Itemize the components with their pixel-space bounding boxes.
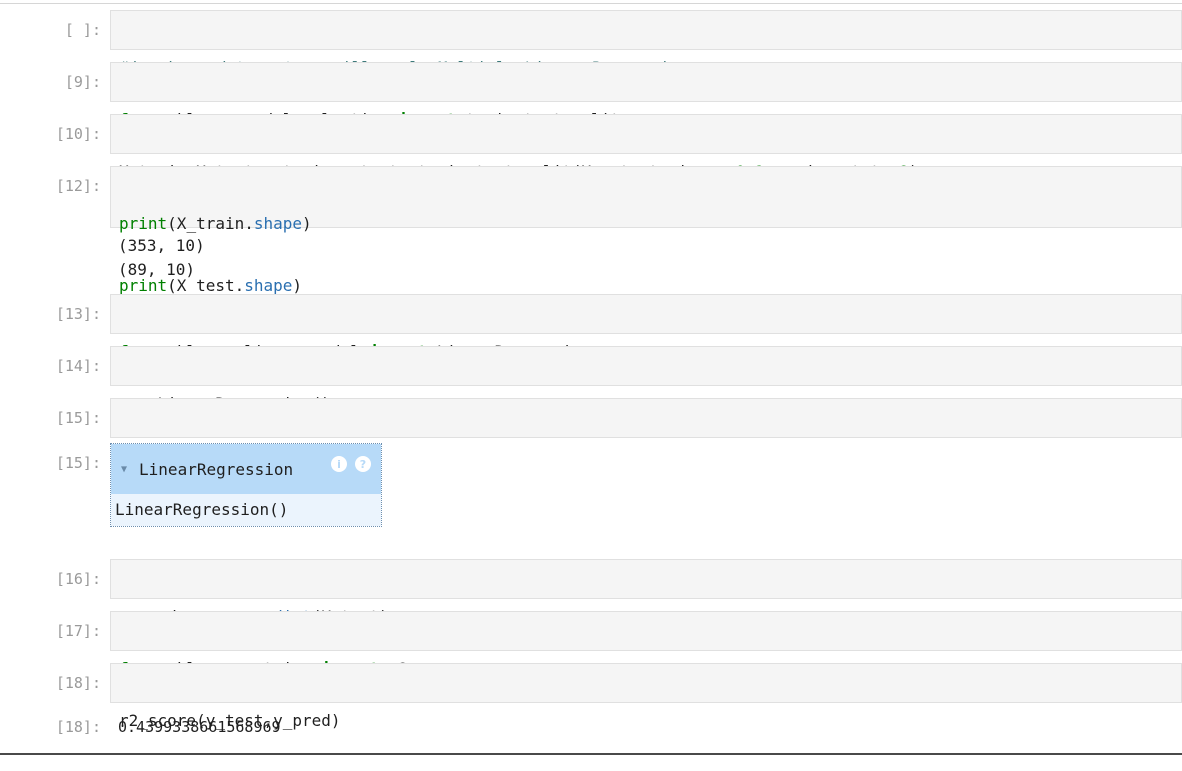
code-token: shape: [244, 276, 293, 295]
code-token: print: [119, 214, 168, 233]
code-token: (X_train.: [167, 214, 254, 233]
top-divider: [0, 3, 1182, 4]
code-editor[interactable]: from sklearn.model_selection import trai…: [110, 62, 1182, 129]
input-prompt: [18]:: [55, 674, 101, 692]
help-icon[interactable]: ?: [355, 456, 371, 472]
estimator-title: LinearRegression: [139, 459, 294, 479]
code-line: print(X_train.shape): [119, 212, 1173, 236]
code-editor[interactable]: from sklearn.linear_model import LinearR…: [110, 294, 1182, 361]
code-editor[interactable]: r2_score(y_test,y_pred): [110, 663, 1182, 730]
input-prompt: [13]:: [55, 305, 101, 323]
input-prompt: [12]:: [55, 177, 101, 195]
input-prompt: [10]:: [55, 125, 101, 143]
input-prompt: [9]:: [64, 73, 101, 91]
output-prompt: [18]:: [55, 718, 101, 736]
code-token: shape: [253, 214, 303, 233]
code-editor[interactable]: print(X_train.shape) print(X_test.shape): [110, 166, 1182, 295]
input-prompt: [ ]:: [64, 21, 101, 39]
code-editor[interactable]: from sklearn.metrics import r2_score: [110, 611, 1182, 678]
triangle-down-icon[interactable]: ▼: [121, 464, 127, 475]
info-icon[interactable]: i: [331, 456, 347, 472]
input-prompt: [17]:: [55, 622, 101, 640]
input-prompt: [14]:: [55, 357, 101, 375]
result-value: 0.4399338661568969: [118, 718, 281, 736]
code-editor[interactable]: reg=LinearRegression(): [110, 346, 1182, 413]
estimator-repr: LinearRegression(): [111, 494, 381, 526]
output-prompt: [15]:: [55, 454, 101, 472]
input-prompt: [15]:: [55, 409, 101, 427]
stream-output-line: (89, 10): [118, 260, 196, 279]
code-editor[interactable]: #in above data set we will apply Multipl…: [110, 10, 1182, 77]
estimator-header[interactable]: ▼ LinearRegression i ?: [111, 444, 381, 494]
code-editor[interactable]: X_train,X_test,y_train,y_test= train_tes…: [110, 114, 1182, 181]
input-prompt: [16]:: [55, 570, 101, 588]
stream-output-line: (353, 10): [118, 236, 205, 255]
estimator-output: ▼ LinearRegression i ? LinearRegression(…: [110, 443, 382, 527]
code-token: ): [292, 276, 303, 295]
code-editor[interactable]: y_pred = reg.predict(X_test): [110, 559, 1182, 626]
code-editor[interactable]: reg.fit(X_train,y_train): [110, 398, 1182, 465]
code-token: ): [302, 214, 312, 233]
